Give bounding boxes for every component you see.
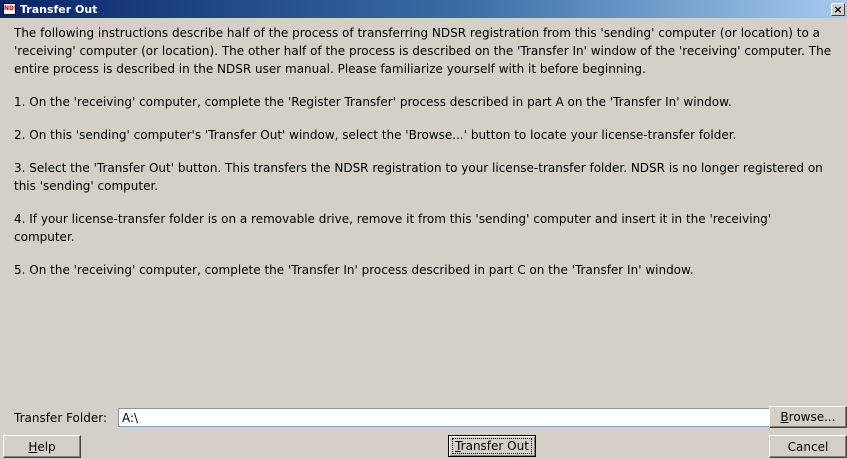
help-label: elp (37, 439, 56, 454)
app-icon: NDSR (3, 3, 16, 15)
instruction-step-4: 4. If your license-transfer folder is on… (14, 212, 772, 244)
browse-button[interactable]: Browse... (769, 406, 847, 428)
transfer-label: ransfer Out (460, 439, 529, 453)
transfer-out-focus: Transfer Out (452, 438, 532, 454)
cancel-button[interactable]: Cancel (769, 435, 847, 458)
instructions-panel: The following instructions describe half… (14, 24, 834, 294)
instructions-intro: The following instructions describe half… (14, 26, 832, 76)
transfer-folder-row: Transfer Folder: (14, 408, 847, 428)
browse-mnemonic: B (780, 410, 789, 424)
help-mnemonic: H (28, 439, 38, 454)
close-button[interactable]: × (831, 2, 845, 16)
instruction-step-3: 3. Select the 'Transfer Out' button. Thi… (14, 161, 823, 193)
transfer-out-button[interactable]: Transfer Out (448, 435, 536, 457)
instruction-step-5: 5. On the 'receiving' computer, complete… (14, 263, 694, 277)
window-title: Transfer Out (20, 2, 98, 16)
browse-label: rowse... (788, 410, 836, 424)
title-bar: NDSR Transfer Out × (0, 0, 847, 18)
transfer-folder-label: Transfer Folder: (14, 411, 107, 425)
help-button[interactable]: Help (3, 435, 81, 458)
instruction-step-1: 1. On the 'receiving' computer, complete… (14, 95, 732, 109)
instruction-step-2: 2. On this 'sending' computer's 'Transfe… (14, 128, 737, 142)
transfer-folder-input[interactable] (118, 408, 770, 427)
